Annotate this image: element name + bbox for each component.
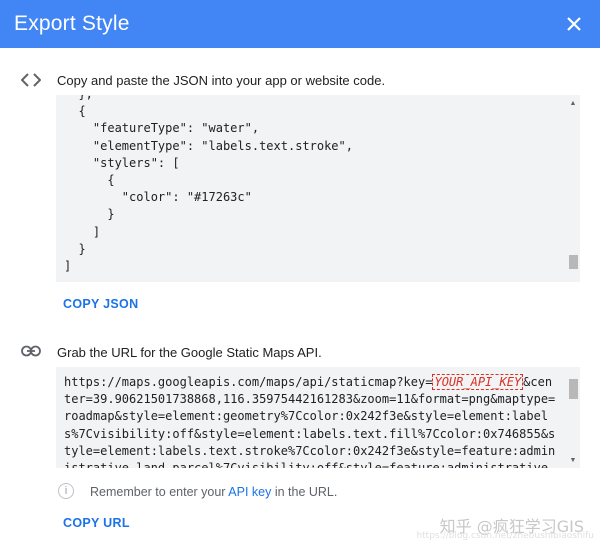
info-icon: i (58, 483, 74, 499)
copy-json-button[interactable]: COPY JSON (63, 297, 138, 311)
json-code[interactable]: }, { "featureType": "water", "elementTyp… (56, 95, 580, 275)
scroll-down-icon[interactable]: ▼ (566, 454, 580, 466)
copy-url-button[interactable]: COPY URL (63, 516, 130, 530)
url-text[interactable]: https://maps.googleapis.com/maps/api/sta… (56, 367, 580, 468)
link-icon (21, 341, 41, 361)
json-instruction: Copy and paste the JSON into your app or… (57, 73, 386, 88)
dialog-title: Export Style (14, 12, 130, 35)
url-scroll-thumb[interactable] (569, 379, 578, 399)
json-code-box[interactable]: }, { "featureType": "water", "elementTyp… (56, 95, 580, 282)
note-prefix: Remember to enter your (90, 485, 229, 499)
scroll-up-icon[interactable]: ▲ (566, 97, 580, 109)
dialog-header: Export Style (0, 0, 600, 48)
url-box[interactable]: https://maps.googleapis.com/maps/api/sta… (56, 367, 580, 468)
api-key-placeholder[interactable]: YOUR_API_KEY (432, 374, 524, 390)
code-icon (21, 70, 41, 90)
watermark-url: https://blog.csdn.net/zhebushibiaoshifu (416, 531, 594, 541)
note-suffix: in the URL. (271, 485, 338, 499)
json-scrollbar[interactable]: ▲ (566, 95, 580, 282)
url-instruction: Grab the URL for the Google Static Maps … (57, 345, 322, 360)
close-icon[interactable] (562, 12, 586, 36)
api-key-note: Remember to enter your API key in the UR… (90, 485, 337, 499)
url-prefix: https://maps.googleapis.com/maps/api/sta… (64, 375, 433, 389)
api-key-link[interactable]: API key (228, 485, 271, 499)
scroll-thumb[interactable] (569, 255, 578, 269)
url-scrollbar[interactable]: ▼ (566, 367, 580, 468)
